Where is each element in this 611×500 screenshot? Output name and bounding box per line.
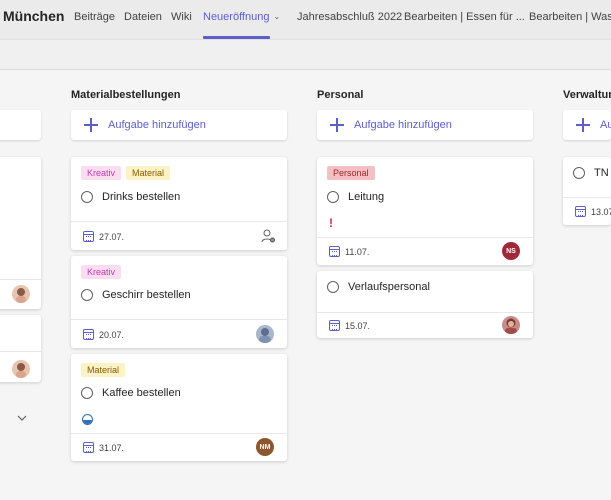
card-divider bbox=[71, 221, 287, 222]
complete-task-checkbox[interactable] bbox=[81, 387, 93, 399]
assign-person-icon[interactable] bbox=[260, 228, 276, 244]
due-date-text: 13.07. bbox=[591, 206, 611, 217]
task-card[interactable]: Kreativ Material Drinks bestellen 27.07. bbox=[71, 157, 287, 250]
tab-neueroeffnung-label: Neueröffnung bbox=[203, 11, 270, 23]
complete-task-checkbox[interactable] bbox=[327, 281, 339, 293]
tab-neueroeffnung[interactable]: Neueröffnung ⌄ bbox=[203, 11, 280, 23]
calendar-icon bbox=[83, 231, 94, 242]
card-divider bbox=[563, 197, 611, 198]
calendar-icon bbox=[329, 320, 340, 331]
card-divider bbox=[71, 319, 287, 320]
due-date: 13.07. bbox=[575, 206, 611, 217]
tab-bearbeiten-was[interactable]: Bearbeiten | Was w bbox=[529, 11, 611, 23]
label-personal: Personal bbox=[327, 166, 375, 180]
due-date-text: 27.07. bbox=[99, 231, 125, 242]
calendar-icon bbox=[83, 329, 94, 340]
complete-task-checkbox[interactable] bbox=[81, 191, 93, 203]
plus-icon bbox=[84, 118, 98, 132]
task-title: TN L bbox=[594, 167, 611, 179]
avatar[interactable] bbox=[256, 325, 274, 343]
task-title: Kaffee bestellen bbox=[102, 387, 181, 399]
due-date: 31.07. bbox=[83, 442, 124, 453]
due-date: 20.07. bbox=[83, 329, 124, 340]
due-date-text: 31.07. bbox=[99, 442, 125, 453]
board-toolbar bbox=[0, 40, 611, 70]
add-task-button-partial[interactable] bbox=[0, 110, 41, 140]
add-task-label: Aufgabe hinzufügen bbox=[354, 119, 452, 131]
in-progress-icon[interactable] bbox=[82, 414, 93, 425]
tab-beitraege[interactable]: Beiträge bbox=[74, 11, 115, 23]
add-task-button[interactable]: Aufgabe hinzufügen bbox=[563, 110, 611, 140]
due-date-text: 15.07. bbox=[345, 320, 371, 331]
task-card[interactable]: TN L 13.07. bbox=[563, 157, 611, 225]
label-kreativ: Kreativ bbox=[81, 166, 122, 180]
add-task-button[interactable]: Aufgabe hinzufügen bbox=[71, 110, 287, 140]
avatar[interactable] bbox=[502, 316, 520, 334]
task-card[interactable]: Kreativ Geschirr bestellen 20.07. bbox=[71, 256, 287, 348]
task-card-partial-1[interactable] bbox=[0, 157, 41, 309]
plus-icon bbox=[330, 118, 344, 132]
chevron-down-icon[interactable] bbox=[17, 413, 27, 423]
card-divider bbox=[0, 351, 41, 352]
active-tab-indicator bbox=[203, 36, 270, 39]
calendar-icon bbox=[83, 442, 94, 453]
due-date: 27.07. bbox=[83, 231, 124, 242]
task-card[interactable]: Material Kaffee bestellen 31.07. NM bbox=[71, 354, 287, 461]
due-date-text: 11.07. bbox=[345, 246, 370, 257]
bucket-title-materialbestellungen[interactable]: Materialbestellungen bbox=[71, 89, 180, 101]
avatar-initials[interactable]: NS bbox=[502, 242, 520, 260]
complete-task-checkbox[interactable] bbox=[81, 289, 93, 301]
tab-wiki[interactable]: Wiki bbox=[171, 11, 192, 23]
bucket-title-personal[interactable]: Personal bbox=[317, 89, 363, 101]
tab-dateien[interactable]: Dateien bbox=[124, 11, 162, 23]
task-title: Verlaufspersonal bbox=[348, 281, 430, 293]
label-kreativ: Kreativ bbox=[81, 265, 122, 279]
card-divider bbox=[71, 433, 287, 434]
bucket-title-verwaltung[interactable]: Verwaltung bbox=[563, 89, 611, 101]
label-material: Material bbox=[81, 363, 126, 377]
task-card-partial-2[interactable] bbox=[0, 315, 41, 382]
plus-icon bbox=[576, 118, 590, 132]
avatar[interactable] bbox=[12, 285, 30, 303]
due-date-text: 20.07. bbox=[99, 329, 125, 340]
task-title: Geschirr bestellen bbox=[102, 289, 191, 301]
due-date: 11.07. bbox=[329, 246, 369, 257]
due-date: 15.07. bbox=[329, 320, 370, 331]
team-title: München bbox=[3, 8, 65, 24]
avatar[interactable] bbox=[12, 360, 30, 378]
tab-jahresabschluss[interactable]: Jahresabschluß 2022 bbox=[297, 11, 402, 23]
task-title: Leitung bbox=[348, 191, 385, 203]
complete-task-checkbox[interactable] bbox=[327, 191, 339, 203]
channel-tab-bar: München Beiträge Dateien Wiki Neueröffnu… bbox=[0, 0, 611, 40]
add-task-button[interactable]: Aufgabe hinzufügen bbox=[317, 110, 533, 140]
card-divider bbox=[317, 312, 533, 313]
chevron-down-icon[interactable]: ⌄ bbox=[273, 12, 280, 21]
calendar-icon bbox=[329, 246, 340, 257]
card-divider bbox=[317, 237, 533, 238]
label-material: Material bbox=[126, 166, 171, 180]
avatar-initials[interactable]: NM bbox=[256, 438, 274, 456]
calendar-icon bbox=[575, 206, 586, 217]
task-title: Drinks bestellen bbox=[102, 191, 181, 203]
important-priority-icon[interactable]: ! bbox=[329, 216, 333, 230]
complete-task-checkbox[interactable] bbox=[573, 167, 585, 179]
task-card[interactable]: Personal Leitung ! 11.07. NS bbox=[317, 157, 533, 265]
card-divider bbox=[0, 279, 41, 280]
tab-bearbeiten-essen[interactable]: Bearbeiten | Essen für ... bbox=[404, 11, 525, 23]
add-task-label: Aufgabe hinzufügen bbox=[600, 119, 611, 131]
add-task-label: Aufgabe hinzufügen bbox=[108, 119, 206, 131]
task-card[interactable]: Verlaufspersonal 15.07. bbox=[317, 271, 533, 338]
